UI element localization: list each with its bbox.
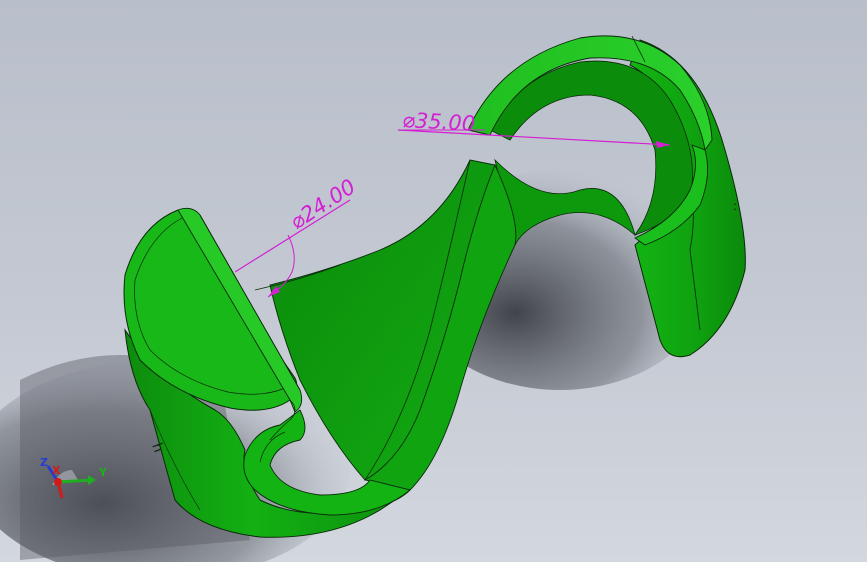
- triad-origin: [54, 478, 62, 486]
- graphics-viewport[interactable]: h : ⌀35.00 ⌀24.00 Z X Y: [0, 0, 867, 562]
- dimension-label-24[interactable]: ⌀24.00: [286, 174, 360, 234]
- dimension-label-35[interactable]: ⌀35.00: [402, 108, 476, 136]
- triad-z-label: Z: [40, 456, 48, 469]
- model-view[interactable]: h : ⌀35.00 ⌀24.00 Z X Y: [0, 0, 867, 562]
- engraving-right: :: [733, 199, 737, 213]
- triad-x-label: X: [52, 464, 61, 477]
- triad-y-axis: [57, 478, 93, 484]
- triad-y-label: Y: [98, 466, 108, 479]
